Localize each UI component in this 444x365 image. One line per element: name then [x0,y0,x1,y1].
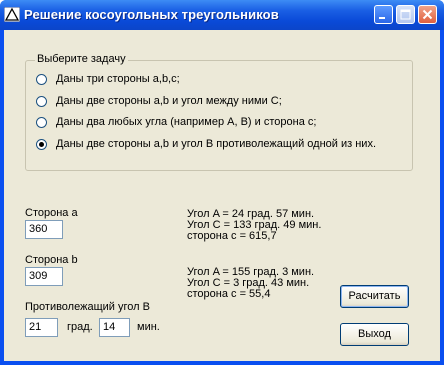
angle-minutes-input[interactable]: 14 [99,318,130,337]
minimize-icon [379,17,385,19]
solution-1-side-c: сторона c = 615,7 [187,230,277,242]
maximize-button[interactable] [396,5,415,24]
client-area: Выберите задачу Даны три стороны a,b,c; … [4,30,440,361]
side-a-input[interactable]: 360 [25,220,63,239]
side-a-label: Сторона a [25,207,78,219]
degrees-unit-label: град. [67,321,93,333]
close-button[interactable] [418,5,437,24]
app-triangle-icon [4,7,20,22]
app-window: Решение косоугольных треугольников Выбер… [0,0,444,365]
task-option-label: Даны два любых угла (например A, B) и ст… [56,116,317,128]
side-b-input[interactable]: 309 [25,267,63,286]
title-bar[interactable]: Решение косоугольных треугольников [0,0,444,30]
task-group-caption: Выберите задачу [35,53,128,65]
calculate-button[interactable]: Расчитать [340,285,409,308]
minutes-unit-label: мин. [137,321,160,333]
task-option-label: Даны две стороны a,b и угол между ними C… [56,95,282,107]
task-groupbox: Выберите задачу Даны три стороны a,b,c; … [25,53,413,171]
minimize-button[interactable] [374,5,393,24]
window-title: Решение косоугольных треугольников [24,7,279,22]
radio-indicator[interactable] [36,96,47,107]
solution-1-results: Угол A = 24 град. 57 мин. Угол C = 133 г… [187,209,321,242]
solution-2-side-c: сторона c = 55,4 [187,288,271,300]
maximize-icon [400,9,411,20]
side-b-label: Сторона b [25,254,78,266]
radio-indicator-selected[interactable] [36,139,47,150]
radio-indicator[interactable] [36,74,47,85]
angle-b-label: Противолежащий угол B [25,301,150,313]
angle-degrees-input[interactable]: 21 [25,318,58,337]
radio-indicator[interactable] [36,117,47,128]
solution-2-results: Угол A = 155 град. 3 мин. Угол C = 3 гра… [187,267,314,300]
close-icon [422,9,433,20]
task-option-label: Даны три стороны a,b,c; [56,73,180,85]
task-option-label: Даны две стороны a,b и угол B противолеж… [56,138,377,150]
exit-button[interactable]: Выход [340,323,409,346]
